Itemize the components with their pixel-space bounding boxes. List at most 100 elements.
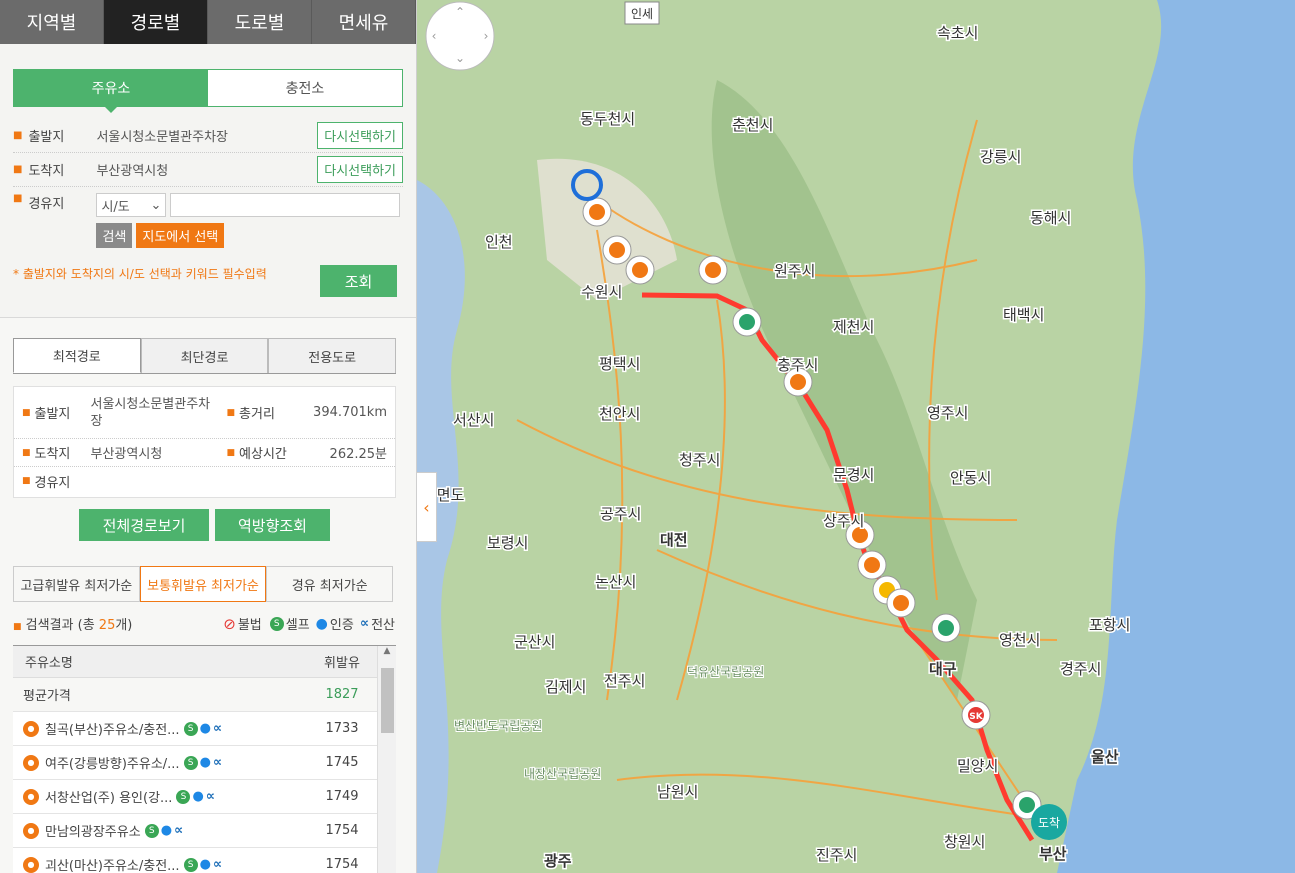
- via-keyword-input[interactable]: [170, 193, 401, 217]
- table-row[interactable]: ● 서창산업(주) 용인(강... S ● ∝ 1749: [13, 780, 377, 814]
- tab-road[interactable]: 도로별: [208, 0, 312, 44]
- summary-origin-value: 서울시청소문별관주차장: [90, 396, 211, 429]
- city-label: 안동시: [950, 469, 991, 487]
- certified-drop-icon: ●: [315, 615, 328, 632]
- city-label: 경주시: [1060, 660, 1101, 678]
- city-label: 태백시: [1003, 306, 1044, 324]
- full-route-button[interactable]: 전체경로보기: [79, 509, 209, 541]
- origin-label: 출발지: [28, 130, 65, 145]
- city-label: 천안시: [599, 405, 640, 423]
- result-count: ■ 검색결과 (총 25개): [13, 614, 132, 633]
- origin-value: 서울시청소문별관주차장: [96, 130, 229, 145]
- tab-route[interactable]: 경로별: [104, 0, 208, 44]
- self-service-icon: S: [144, 823, 159, 838]
- table-scrollbar[interactable]: ▲: [377, 646, 396, 873]
- bullet-icon: ■: [13, 622, 22, 632]
- city-label: 밀양시: [957, 757, 998, 775]
- tab-regular-lowest[interactable]: 보통휘발유 최저가순: [139, 566, 267, 602]
- network-icon: ∝: [212, 721, 223, 736]
- tab-optimal-route[interactable]: 최적경로: [13, 338, 141, 373]
- city-label: 인천: [485, 233, 513, 251]
- time-value: 262.25분: [329, 447, 387, 462]
- svg-text:‹: ‹: [432, 29, 437, 43]
- table-row[interactable]: ● 만남의광장주유소 S ● ∝ 1754: [13, 814, 377, 848]
- search-button[interactable]: 검색: [96, 223, 133, 248]
- map-select-button[interactable]: 지도에서 선택: [136, 223, 225, 248]
- scroll-up-icon[interactable]: ▲: [378, 646, 396, 656]
- region-select-value: 시/도: [101, 199, 130, 215]
- tab-gas-station[interactable]: 주유소: [14, 70, 208, 113]
- average-label: 평균가격: [23, 689, 71, 704]
- oilbank-logo-icon: ●: [23, 788, 39, 805]
- oilbank-logo-icon: ●: [23, 822, 39, 839]
- city-label: 원주시: [774, 262, 815, 280]
- city-label: 영천시: [999, 631, 1040, 649]
- city-label: 청주시: [679, 451, 720, 469]
- tab-charging-station[interactable]: 충전소: [208, 70, 402, 106]
- station-name[interactable]: 여주(강릉방향)주유소/...: [45, 753, 180, 772]
- destination-label: 도착지: [28, 164, 65, 179]
- table-row[interactable]: ● 여주(강릉방향)주유소/... S ● ∝ 1745: [13, 746, 377, 780]
- city-label: 대구: [929, 660, 957, 678]
- self-service-icon: S: [269, 616, 284, 631]
- distance-label: 총거리: [239, 407, 275, 422]
- sk-marker-label: SK: [969, 712, 983, 722]
- svg-text:⌃: ⌃: [455, 5, 465, 19]
- time-label: 예상시간: [239, 447, 287, 462]
- query-button[interactable]: 조회: [320, 265, 397, 297]
- illegal-icon: ⊘: [223, 614, 236, 633]
- tab-diesel-lowest[interactable]: 경유 최저가순: [266, 566, 394, 602]
- region-select[interactable]: 시/도 ⌄: [96, 193, 167, 217]
- city-label: 춘천시: [732, 116, 773, 134]
- city-label: 공주시: [600, 505, 641, 523]
- col-price: 휘발유: [324, 656, 360, 671]
- city-label: 강릉시: [980, 148, 1021, 166]
- city-label: 울산: [1091, 748, 1119, 766]
- station-price: 1754: [325, 823, 359, 838]
- required-notice: * 출발지와 도착지의 시/도 선택과 키워드 필수입력: [13, 267, 267, 281]
- route-summary: ■ 출발지 서울시청소문별관주차장 ■ 총거리 394.701km ■ 도착지 …: [13, 386, 396, 498]
- station-price: 1745: [325, 755, 359, 770]
- origin-reselect-button[interactable]: 다시선택하기: [317, 122, 403, 149]
- destination-value: 부산광역시청: [96, 164, 169, 179]
- fuel-type-tabs: 주유소 충전소: [13, 69, 403, 113]
- summary-row-via: ■ 경유지: [14, 467, 395, 495]
- land: [417, 0, 1162, 873]
- station-name[interactable]: 괴산(마산)주유소/충전...: [45, 855, 180, 873]
- station-name[interactable]: 만남의광장주유소: [45, 821, 141, 840]
- city-label: 동두천시: [580, 110, 635, 128]
- panel-collapse-button[interactable]: ‹: [417, 472, 437, 542]
- tab-premium-lowest[interactable]: 고급휘발유 최저가순: [13, 566, 140, 602]
- park-label: 덕유산국립공원: [687, 665, 764, 679]
- destination-row: ■ 도착지 부산광역시청 다시선택하기: [13, 153, 403, 187]
- distance-value: 394.701km: [313, 405, 387, 420]
- table-row[interactable]: ● 괴산(마산)주유소/충전... S ● ∝ 1754: [13, 848, 377, 873]
- station-name[interactable]: 칠곡(부산)주유소/충전...: [45, 719, 180, 738]
- city-label: 서산시: [453, 411, 494, 429]
- chevron-down-icon: ⌄: [150, 197, 162, 213]
- tab-region[interactable]: 지역별: [0, 0, 104, 44]
- reverse-route-button[interactable]: 역방향조회: [215, 509, 330, 541]
- station-name[interactable]: 서창산업(주) 용인(강...: [45, 787, 172, 806]
- summary-row-destination: ■ 도착지 부산광역시청 ■ 예상시간 262.25분: [14, 439, 395, 467]
- city-label: 전주시: [604, 672, 645, 690]
- average-price: 1827: [325, 687, 359, 702]
- tab-expressway[interactable]: 전용도로: [268, 338, 397, 373]
- map-view[interactable]: SK 도착 ⌃ ⌄ ‹ › 인세 속초시 동두천시 춘천시 강릉시 동해시 인천…: [417, 0, 1295, 873]
- city-label: 진주시: [816, 846, 857, 864]
- network-icon: ∝: [174, 823, 184, 838]
- col-station-name: 주유소명: [25, 656, 73, 671]
- destination-reselect-button[interactable]: 다시선택하기: [317, 156, 403, 183]
- tab-taxfree[interactable]: 면세유: [312, 0, 416, 44]
- scrollbar-thumb[interactable]: [381, 668, 394, 733]
- bullet-icon: ■: [22, 476, 31, 486]
- station-price: 1733: [325, 721, 359, 736]
- summary-via-label: 경유지: [34, 475, 71, 491]
- city-label: 상주시: [823, 512, 864, 530]
- city-label: 창원시: [944, 833, 985, 851]
- legend: ⊘ 불법 S 셀프 ● 인증 ∝ 전산: [223, 614, 395, 634]
- network-icon: ∝: [359, 616, 370, 631]
- map-pan-control[interactable]: ⌃ ⌄ ‹ ›: [425, 1, 495, 71]
- table-row[interactable]: ● 칠곡(부산)주유소/충전... S ● ∝ 1733: [13, 712, 377, 746]
- tab-shortest-route[interactable]: 최단경로: [140, 338, 269, 373]
